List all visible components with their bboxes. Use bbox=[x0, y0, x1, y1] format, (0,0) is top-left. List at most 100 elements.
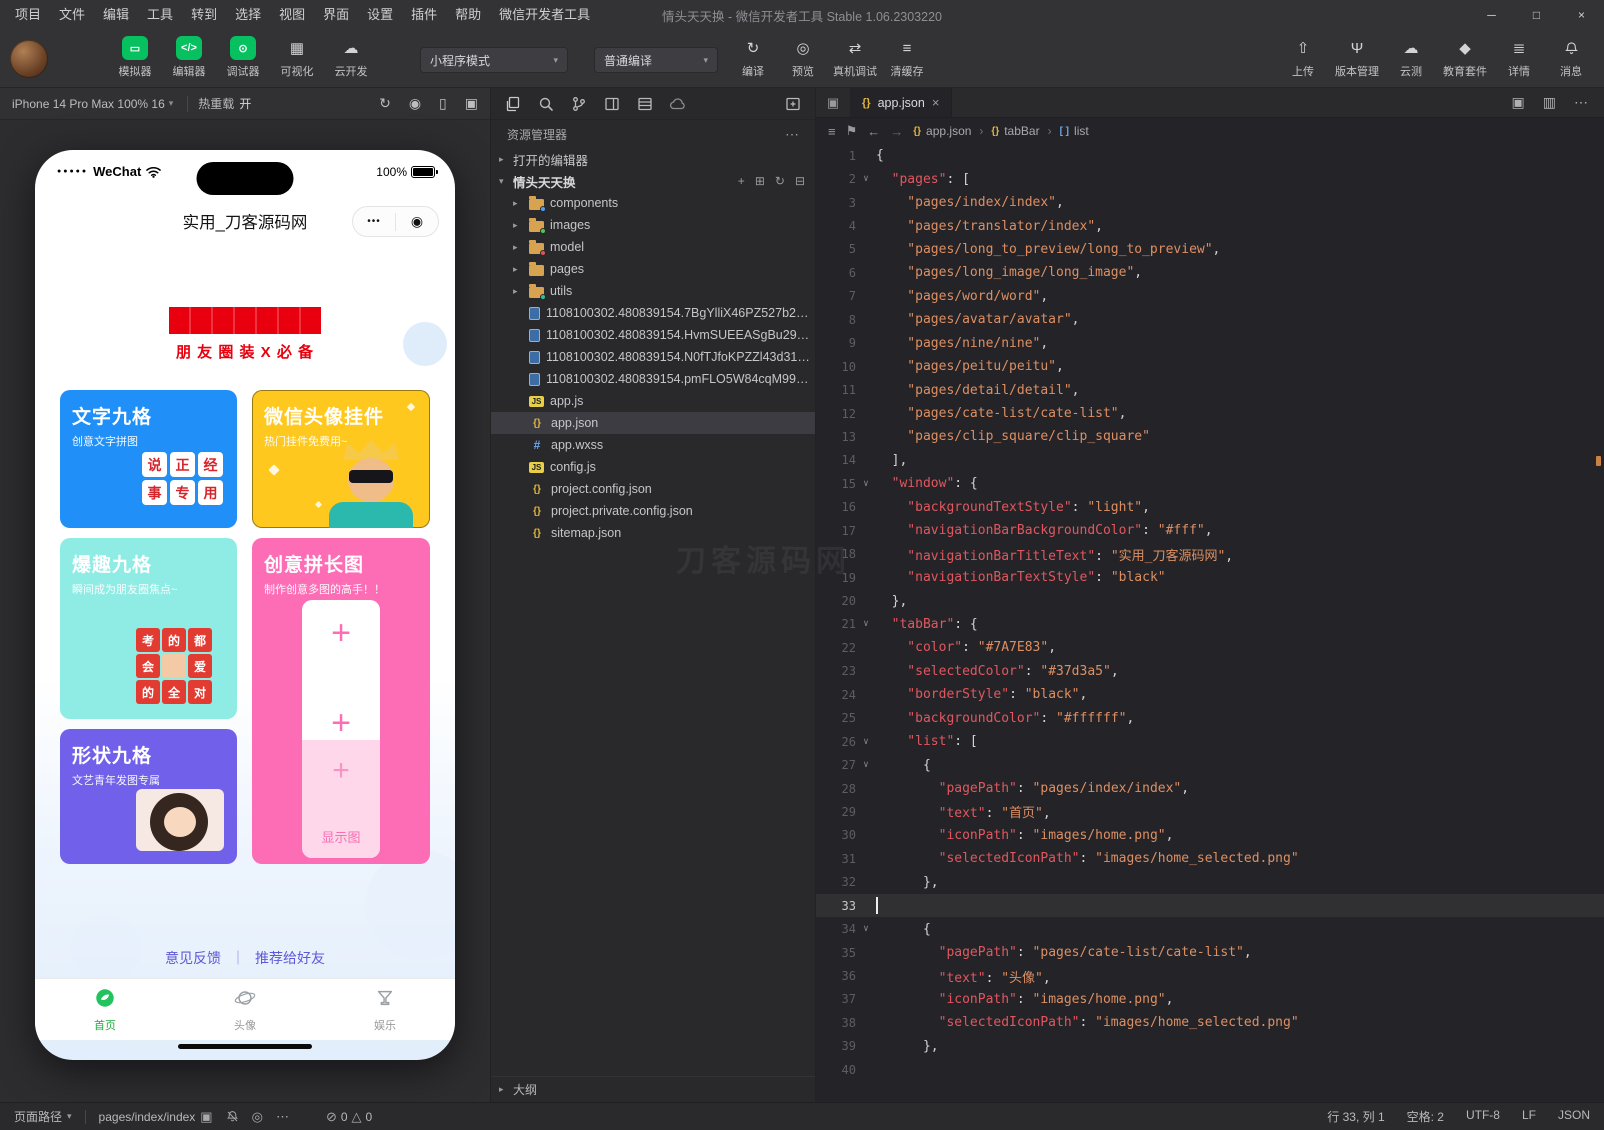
notifications-off-icon[interactable] bbox=[226, 1110, 239, 1123]
code-line[interactable]: 4 "pages/translator/index", bbox=[816, 214, 1604, 237]
tree-file[interactable]: {}app.json bbox=[491, 412, 815, 434]
banner-image[interactable] bbox=[169, 307, 321, 334]
menu-item[interactable]: 编辑 bbox=[94, 0, 138, 30]
clear-cache-button[interactable]: ≡清缓存 bbox=[884, 36, 930, 79]
tree-folder-utils[interactable]: ▸utils bbox=[491, 280, 815, 302]
card-long-strip[interactable]: 创意拼长图制作创意多图的高手！！+++显示图 bbox=[252, 538, 430, 864]
indent-setting[interactable]: 空格: 2 bbox=[1407, 1108, 1444, 1125]
code-line[interactable]: 21∨ "tabBar": { bbox=[816, 613, 1604, 636]
code-line[interactable]: 27∨ { bbox=[816, 753, 1604, 776]
compare-icon[interactable]: ▣ bbox=[1512, 94, 1525, 111]
sim-windows-icon[interactable]: ▣ bbox=[465, 95, 478, 112]
code-line[interactable]: 9 "pages/nine/nine", bbox=[816, 332, 1604, 355]
menu-item[interactable]: 工具 bbox=[138, 0, 182, 30]
columns-icon[interactable] bbox=[637, 96, 653, 112]
code-line[interactable]: 20 }, bbox=[816, 589, 1604, 612]
upload-button[interactable]: ⇧上传 bbox=[1280, 36, 1326, 79]
open-editors-section[interactable]: ▸ 打开的编辑器 bbox=[491, 148, 815, 170]
new-window-icon[interactable] bbox=[785, 96, 801, 112]
tree-file[interactable]: #app.wxss bbox=[491, 434, 815, 456]
refresh-icon[interactable]: ↻ bbox=[775, 174, 785, 188]
breadcrumb-item[interactable]: [ ]list bbox=[1060, 124, 1089, 138]
new-folder-icon[interactable]: ⊞ bbox=[755, 174, 765, 188]
fold-icon[interactable]: ∨ bbox=[856, 924, 876, 934]
code-line[interactable]: 10 "pages/peitu/peitu", bbox=[816, 355, 1604, 378]
menu-item[interactable]: 视图 bbox=[270, 0, 314, 30]
code-line[interactable]: 40 bbox=[816, 1058, 1604, 1081]
more-menu-button[interactable]: ••• bbox=[353, 216, 395, 227]
card-avatar[interactable]: 微信头像挂件热门挂件免费用~ bbox=[252, 390, 430, 528]
split-editor-icon[interactable]: ▥ bbox=[1543, 94, 1556, 111]
tree-file[interactable]: {}project.config.json bbox=[491, 478, 815, 500]
eol[interactable]: LF bbox=[1522, 1108, 1536, 1125]
simulator-toggle[interactable]: ▭模拟器 bbox=[112, 36, 158, 79]
close-tab-icon[interactable]: × bbox=[932, 95, 940, 110]
tab-app-json[interactable]: {} app.json × bbox=[850, 88, 952, 117]
tree-folder-components[interactable]: ▸components bbox=[491, 192, 815, 214]
tree-file[interactable]: 1108100302.480839154.HvmSUEEASgBu2914f..… bbox=[491, 324, 815, 346]
education-button[interactable]: ◆教育套件 bbox=[1440, 36, 1490, 79]
code-editor[interactable]: 1{2∨ "pages": [3 "pages/index/index",4 "… bbox=[816, 144, 1604, 1102]
close-button[interactable]: × bbox=[1559, 0, 1604, 30]
code-line[interactable]: 1{ bbox=[816, 144, 1604, 167]
new-file-icon[interactable]: + bbox=[738, 174, 745, 188]
message-button[interactable]: 消息 bbox=[1548, 36, 1594, 79]
language-mode[interactable]: JSON bbox=[1558, 1108, 1590, 1125]
tree-file[interactable]: JSconfig.js bbox=[491, 456, 815, 478]
mode-select[interactable]: 小程序模式 ▾ bbox=[420, 47, 568, 73]
card-photo[interactable]: 形状九格文艺青年发图专属 bbox=[60, 729, 237, 864]
encoding[interactable]: UTF-8 bbox=[1466, 1108, 1500, 1125]
code-line[interactable]: 14 ], bbox=[816, 449, 1604, 472]
menu-item[interactable]: 选择 bbox=[226, 0, 270, 30]
code-line[interactable]: 24 "borderStyle": "black", bbox=[816, 683, 1604, 706]
tree-file[interactable]: JSapp.js bbox=[491, 390, 815, 412]
maximize-button[interactable]: □ bbox=[1514, 0, 1559, 30]
phone-tab-home[interactable]: 首页 bbox=[35, 979, 175, 1040]
tree-folder-images[interactable]: ▸images bbox=[491, 214, 815, 236]
code-line[interactable]: 26∨ "list": [ bbox=[816, 730, 1604, 753]
code-line[interactable]: 13 "pages/clip_square/clip_square" bbox=[816, 425, 1604, 448]
tree-folder-pages[interactable]: ▸pages bbox=[491, 258, 815, 280]
git-branch-icon[interactable] bbox=[571, 96, 587, 112]
fold-icon[interactable]: ∨ bbox=[856, 619, 876, 629]
fold-icon[interactable]: ∨ bbox=[856, 479, 876, 489]
sim-device-icon[interactable]: ▯ bbox=[439, 95, 447, 112]
tree-folder-model[interactable]: ▸model bbox=[491, 236, 815, 258]
page-path-select[interactable]: 页面路径 ▾ bbox=[14, 1108, 72, 1125]
menu-item[interactable]: 转到 bbox=[182, 0, 226, 30]
code-line[interactable]: 5 "pages/long_to_preview/long_to_preview… bbox=[816, 238, 1604, 261]
share-link[interactable]: 推荐给好友 bbox=[255, 950, 325, 966]
editor-toggle[interactable]: </>编辑器 bbox=[166, 36, 212, 79]
card-text-grid[interactable]: 文字九格创意文字拼图说正经事专用 bbox=[60, 390, 237, 528]
code-line[interactable]: 19 "navigationBarTextStyle": "black" bbox=[816, 566, 1604, 589]
visualization-toggle[interactable]: ▦可视化 bbox=[274, 36, 320, 79]
cloudtest-button[interactable]: ☁云测 bbox=[1388, 36, 1434, 79]
phone-tab-avatar[interactable]: 头像 bbox=[175, 979, 315, 1040]
watch-icon[interactable]: ◎ bbox=[252, 1109, 263, 1125]
fold-icon[interactable]: ∨ bbox=[856, 174, 876, 184]
menu-item[interactable]: 文件 bbox=[50, 0, 94, 30]
menu-item[interactable]: 项目 bbox=[6, 0, 50, 30]
code-line[interactable]: 15∨ "window": { bbox=[816, 472, 1604, 495]
fold-icon[interactable]: ∨ bbox=[856, 737, 876, 747]
code-line[interactable]: 37 "iconPath": "images/home.png", bbox=[816, 988, 1604, 1011]
code-line[interactable]: 36 "text": "头像", bbox=[816, 964, 1604, 987]
more-icon[interactable]: ⋯ bbox=[276, 1109, 289, 1125]
breadcrumb-item[interactable]: {}tabBar bbox=[991, 124, 1039, 138]
more-icon[interactable]: ⋯ bbox=[1574, 94, 1588, 111]
sim-refresh-icon[interactable]: ↻ bbox=[379, 95, 391, 112]
current-page-path[interactable]: pages/index/index ▣ bbox=[99, 1109, 213, 1125]
minimize-button[interactable]: ─ bbox=[1469, 0, 1514, 30]
outline-section[interactable]: ▸ 大纲 bbox=[491, 1076, 815, 1102]
compile-mode-select[interactable]: 普通编译 ▾ bbox=[594, 47, 718, 73]
bookmark-icon[interactable]: ⚑ bbox=[846, 123, 858, 139]
code-line[interactable]: 38 "selectedIconPath": "images/home_sele… bbox=[816, 1011, 1604, 1034]
hot-reload-toggle[interactable]: 开 bbox=[239, 95, 251, 112]
code-line[interactable]: 30 "iconPath": "images/home.png", bbox=[816, 824, 1604, 847]
code-line[interactable]: 22 "color": "#7A7E83", bbox=[816, 636, 1604, 659]
version-button[interactable]: Ψ版本管理 bbox=[1332, 36, 1382, 79]
layout-icon[interactable] bbox=[604, 96, 620, 112]
code-line[interactable]: 29 "text": "首页", bbox=[816, 800, 1604, 823]
code-line[interactable]: 33 bbox=[816, 894, 1604, 917]
menu-item[interactable]: 帮助 bbox=[446, 0, 490, 30]
